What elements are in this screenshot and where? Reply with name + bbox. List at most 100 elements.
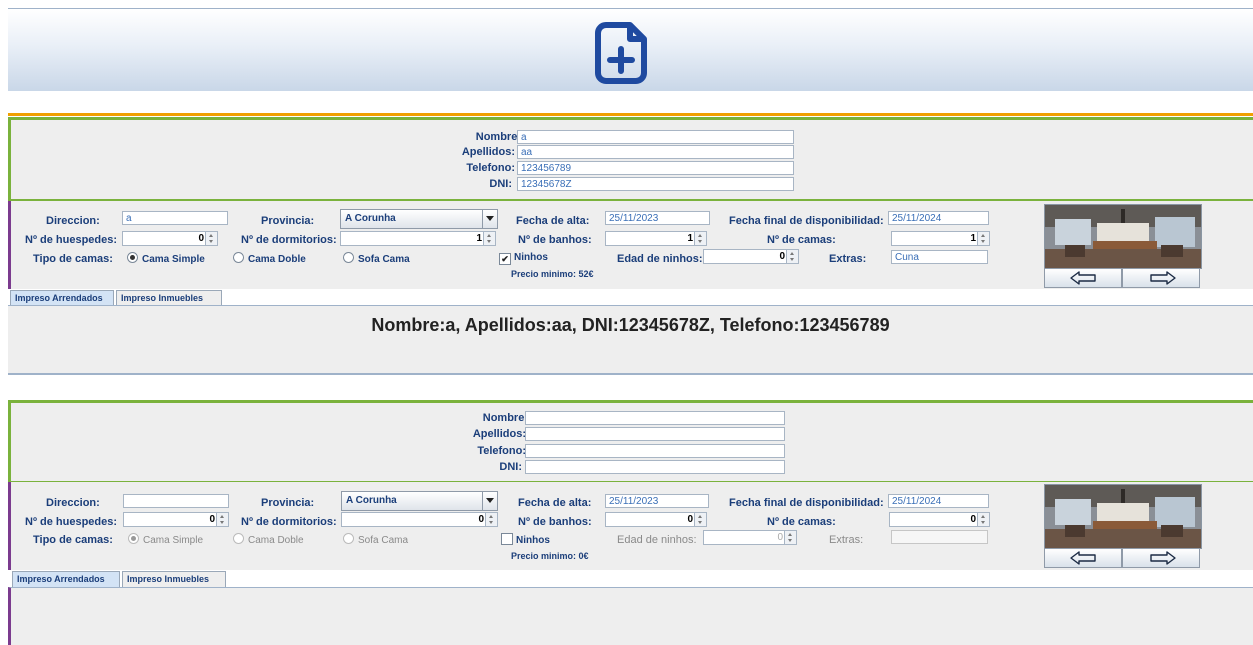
provincia-label: Provincia: [261, 215, 315, 227]
telefono-field[interactable]: 123456789 [517, 161, 794, 175]
spinner-arrows-icon[interactable] [784, 531, 796, 544]
arrow-right-icon [1150, 271, 1176, 285]
fecha-final-field[interactable]: 25/11/2024 [888, 494, 989, 508]
telefono-label: Telefono: [477, 445, 526, 457]
checkbox-checked-icon: ✔ [499, 253, 511, 265]
apellidos-field[interactable]: aa [517, 145, 794, 159]
direccion-field[interactable]: a [122, 211, 228, 225]
radio-selected-icon [128, 533, 139, 544]
apellidos-label: Apellidos: [472, 428, 526, 440]
cama-doble-radio[interactable]: Cama Doble [233, 533, 304, 546]
spinner-arrows-icon[interactable] [485, 513, 497, 526]
dni-field[interactable]: 12345678Z [517, 177, 794, 191]
fecha-alta-field[interactable]: 25/11/2023 [605, 494, 709, 508]
radio-icon [233, 252, 244, 263]
apellidos-label: Apellidos: [461, 146, 515, 158]
fecha-alta-field[interactable]: 25/11/2023 [605, 211, 710, 225]
precio-minimo: Precio minimo: 52€ [511, 269, 594, 279]
fecha-alta-label: Fecha de alta: [516, 215, 590, 227]
tab-impreso-inmuebles[interactable]: Impreso Inmuebles [116, 290, 222, 306]
cama-simple-radio[interactable]: Cama Simple [128, 533, 203, 546]
prev-photo-button[interactable] [1044, 548, 1122, 568]
banhos-spinner[interactable]: 1 [605, 231, 707, 246]
next-photo-button[interactable] [1122, 268, 1200, 288]
telefono-label: Telefono: [466, 162, 515, 174]
edad-ninhos-label: Edad de ninhos: [617, 253, 703, 265]
direccion-label: Direccion: [46, 215, 100, 227]
tab-impreso-arrendados[interactable]: Impreso Arrendados [12, 571, 120, 587]
ninhos-checkbox[interactable]: ✔ Ninhos [499, 252, 548, 265]
provincia-select[interactable]: A Corunha [340, 209, 498, 229]
property-photo [1044, 484, 1202, 549]
ninhos-label: Ninhos [514, 252, 548, 263]
spinner-arrows-icon[interactable] [694, 232, 706, 245]
camas-value: 1 [970, 233, 976, 244]
checkbox-icon [501, 533, 513, 545]
extras-field[interactable]: Cuna [891, 250, 988, 264]
next-photo-button[interactable] [1122, 548, 1200, 568]
add-document-button[interactable] [586, 15, 664, 87]
fecha-final-label: Fecha final de disponibilidad: [729, 215, 884, 227]
dormitorios-spinner[interactable]: 0 [341, 512, 498, 527]
nombre-field[interactable] [525, 411, 785, 425]
edad-ninhos-spinner[interactable]: 0 [703, 530, 797, 545]
add-document-icon [595, 22, 647, 84]
radio-icon [343, 533, 354, 544]
extras-label: Extras: [829, 253, 867, 265]
living-room-image [1045, 205, 1201, 268]
arrow-left-icon [1070, 551, 1096, 565]
spinner-arrows-icon[interactable] [977, 232, 989, 245]
spinner-arrows-icon[interactable] [216, 513, 228, 526]
huespedes-value: 0 [198, 233, 204, 244]
radio-icon [233, 533, 244, 544]
provincia-select[interactable]: A Corunha [341, 491, 498, 511]
precio-minimo: Precio minimo: 0€ [511, 551, 589, 561]
spinner-arrows-icon[interactable] [205, 232, 217, 245]
cama-doble-radio[interactable]: Cama Doble [233, 252, 306, 265]
dni-field[interactable] [525, 460, 785, 474]
telefono-field[interactable] [525, 444, 785, 458]
property-panel: Direccion: a Provincia: A Corunha Fecha … [8, 201, 1253, 289]
edad-ninhos-label: Edad de ninhos: [617, 534, 697, 546]
impreso-text: Nombre:a, Apellidos:aa, DNI:12345678Z, T… [371, 315, 890, 335]
nombre-field[interactable]: a [517, 130, 794, 144]
sofa-cama-radio[interactable]: Sofa Cama [343, 252, 410, 265]
tab-impreso-arrendados[interactable]: Impreso Arrendados [10, 290, 114, 306]
radio-selected-icon [127, 252, 138, 263]
dormitorios-value: 0 [478, 514, 484, 525]
impreso-panel-2 [8, 587, 1253, 645]
spinner-arrows-icon[interactable] [694, 513, 706, 526]
camas-spinner[interactable]: 0 [889, 512, 990, 527]
orange-rule [8, 113, 1253, 116]
fecha-alta-label: Fecha de alta: [518, 497, 592, 509]
dni-label: DNI: [499, 461, 522, 473]
cama-doble-label: Cama Doble [248, 254, 306, 265]
person-panel: Nombre: a Apellidos: aa Telefono: 123456… [8, 117, 1253, 202]
fecha-final-field[interactable]: 25/11/2024 [888, 211, 989, 225]
edad-ninhos-spinner[interactable]: 0 [703, 249, 799, 264]
spinner-arrows-icon[interactable] [977, 513, 989, 526]
tipo-camas-label: Tipo de camas: [33, 534, 113, 546]
spinner-arrows-icon[interactable] [786, 250, 798, 263]
ninhos-checkbox[interactable]: Ninhos [501, 533, 550, 546]
dormitorios-spinner[interactable]: 1 [340, 231, 496, 246]
sofa-cama-radio[interactable]: Sofa Cama [343, 533, 408, 546]
prev-photo-button[interactable] [1044, 268, 1122, 288]
camas-spinner[interactable]: 1 [891, 231, 990, 246]
banhos-spinner[interactable]: 0 [605, 512, 707, 527]
huespedes-spinner[interactable]: 0 [123, 512, 229, 527]
direccion-field[interactable] [123, 494, 229, 508]
chevron-down-icon [482, 210, 497, 228]
provincia-label: Provincia: [261, 497, 315, 509]
extras-field[interactable] [891, 530, 988, 544]
extras-label: Extras: [829, 534, 864, 546]
tab-impreso-inmuebles[interactable]: Impreso Inmuebles [122, 571, 226, 587]
apellidos-field[interactable] [525, 427, 785, 441]
cama-simple-radio[interactable]: Cama Simple [127, 252, 205, 265]
arrow-right-icon [1150, 551, 1176, 565]
property-panel-2: Direccion: Provincia: A Corunha Fecha de… [8, 482, 1253, 570]
dormitorios-label: Nº de dormitorios: [241, 516, 337, 528]
spinner-arrows-icon[interactable] [483, 232, 495, 245]
direccion-label: Direccion: [46, 497, 100, 509]
huespedes-spinner[interactable]: 0 [122, 231, 218, 246]
